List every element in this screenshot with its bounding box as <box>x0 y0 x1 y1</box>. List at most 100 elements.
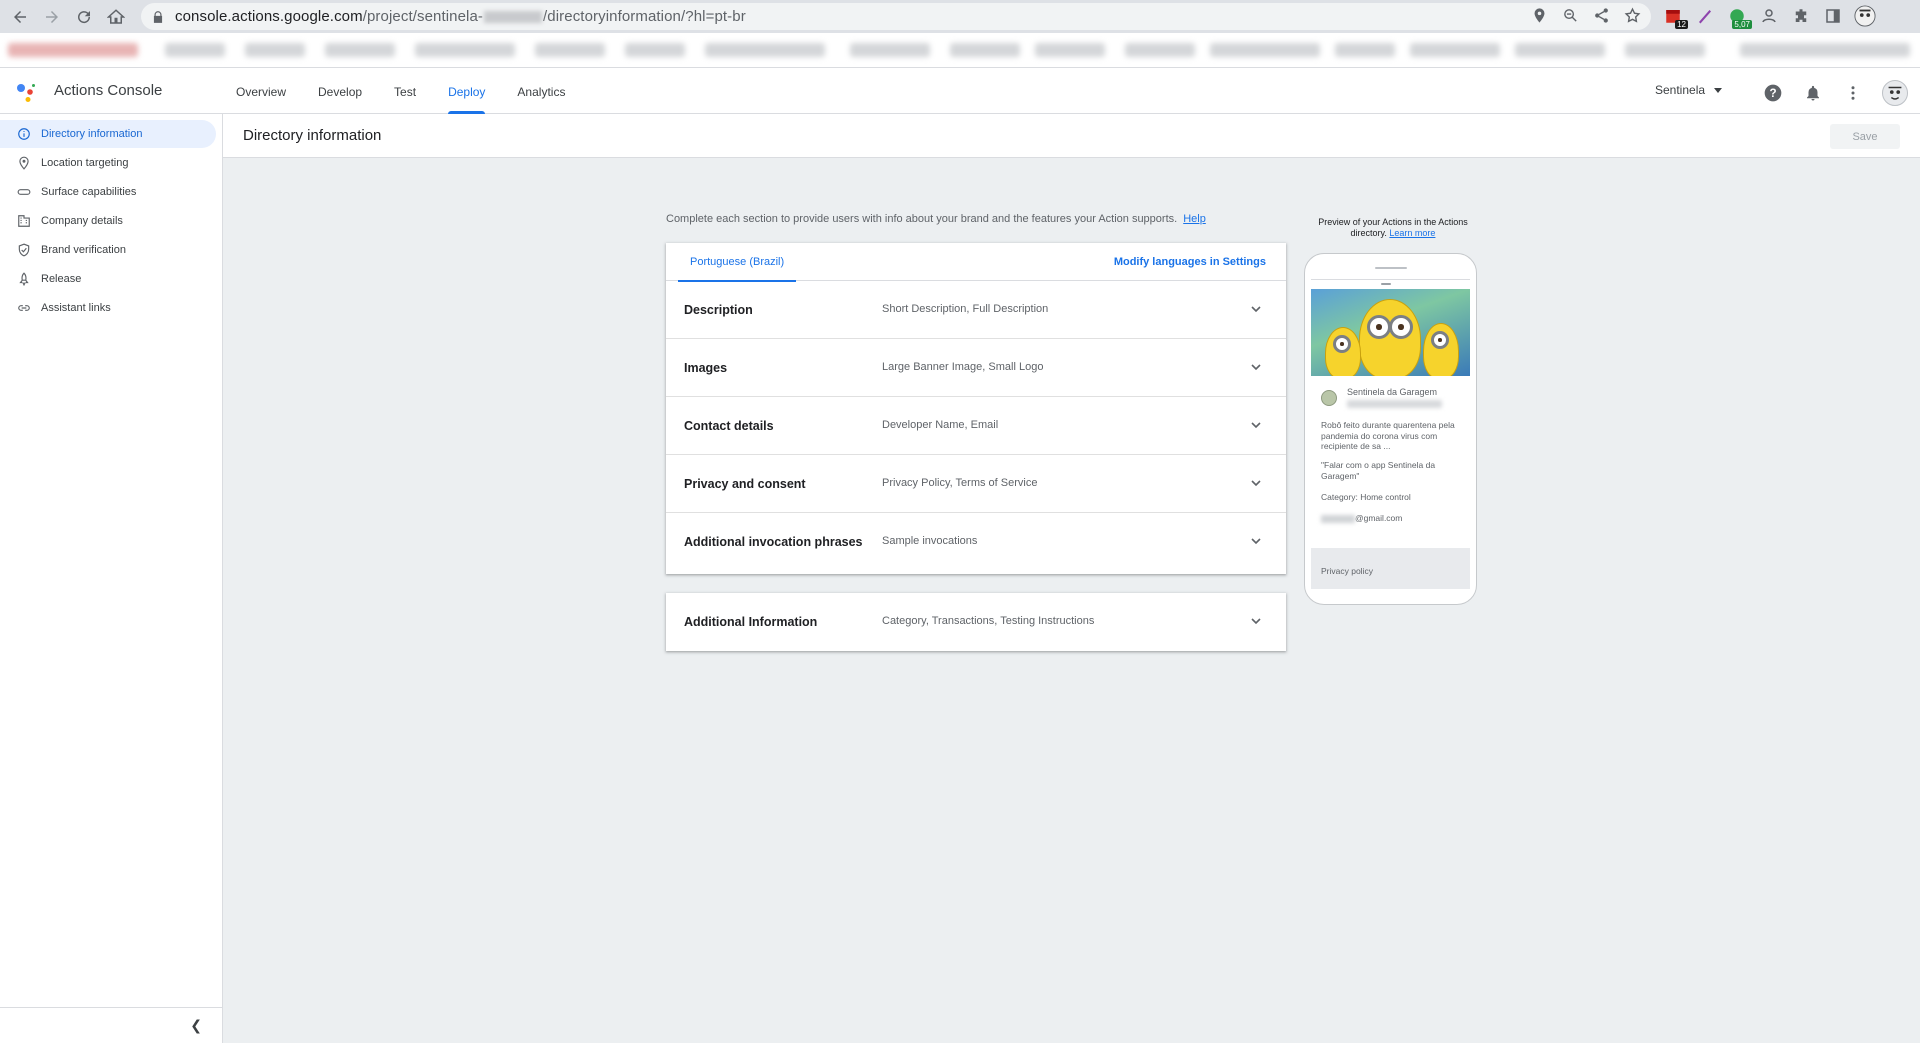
help-link[interactable]: Help <box>1183 213 1206 225</box>
chevron-down-icon[interactable] <box>1248 533 1264 549</box>
profile-avatar-icon[interactable] <box>1854 5 1876 27</box>
section-row-contact-details[interactable]: Contact details Developer Name, Email <box>666 397 1286 455</box>
notifications-bell-icon[interactable] <box>1802 82 1824 104</box>
url-host: console.actions.google.com <box>175 8 363 25</box>
bookmark-item[interactable] <box>245 43 305 57</box>
reload-icon[interactable] <box>72 5 96 29</box>
help-icon[interactable]: ? <box>1762 82 1784 104</box>
chevron-down-icon[interactable] <box>1248 301 1264 317</box>
url-path-end: /directoryinformation/?hl=pt-br <box>543 8 746 25</box>
sidebar-item-release[interactable]: Release <box>0 265 216 293</box>
section-title: Additional Information <box>684 615 818 629</box>
phone-preview: Sentinela da Garagem Robô feito durante … <box>1304 253 1477 605</box>
google-assistant-logo-icon <box>17 84 35 102</box>
bookmark-item[interactable] <box>415 43 515 57</box>
save-button[interactable]: Save <box>1830 124 1900 149</box>
extension-badge: 12 <box>1675 20 1688 29</box>
address-bar[interactable]: console.actions.google.com/project/senti… <box>141 3 1651 30</box>
page-header: Directory information Save <box>223 114 1920 158</box>
bookmark-item[interactable] <box>325 43 395 57</box>
calendar-extension-icon[interactable]: 12 <box>1662 5 1688 29</box>
modify-languages-link[interactable]: Modify languages in Settings <box>1114 256 1266 268</box>
app-name: Sentinela da Garagem <box>1347 387 1438 397</box>
puzzle-extensions-icon[interactable] <box>1790 5 1812 27</box>
minion-goggle <box>1367 315 1391 339</box>
banner-image <box>1311 289 1470 376</box>
app-subtitle-redacted <box>1347 400 1442 408</box>
section-title: Description <box>684 303 753 317</box>
bookmark-item[interactable] <box>535 43 605 57</box>
bookmark-item[interactable] <box>8 43 138 57</box>
bookmark-item[interactable] <box>850 43 930 57</box>
sidebar-item-surface-capabilities[interactable]: Surface capabilities <box>0 178 216 206</box>
bookmark-item[interactable] <box>1515 43 1605 57</box>
section-row-additional-invocation-phrases[interactable]: Additional invocation phrases Sample inv… <box>666 513 1286 571</box>
bookmark-item[interactable] <box>1335 43 1395 57</box>
rocket-icon <box>17 272 31 286</box>
collapse-sidebar-button[interactable]: ❮ <box>0 1007 222 1043</box>
pen-extension-icon[interactable] <box>1694 5 1716 27</box>
tab-develop[interactable]: Develop <box>302 69 378 114</box>
tab-deploy[interactable]: Deploy <box>432 69 501 114</box>
sidebar-item-label: Brand verification <box>41 244 126 256</box>
person-extension-icon[interactable] <box>1758 5 1780 27</box>
zoom-icon[interactable] <box>1562 7 1579 24</box>
bookmark-item[interactable] <box>705 43 825 57</box>
bookmark-item[interactable] <box>1740 43 1910 57</box>
tab-analytics[interactable]: Analytics <box>501 69 581 114</box>
preview-label: Preview of your Actions in the Actions d… <box>1304 217 1482 239</box>
bookmark-star-icon[interactable] <box>1624 7 1641 24</box>
side-panel-icon[interactable] <box>1822 5 1844 27</box>
bookmark-item[interactable] <box>1035 43 1105 57</box>
section-summary: Short Description, Full Description <box>882 303 1049 315</box>
tab-portuguese-brazil[interactable]: Portuguese (Brazil) <box>678 243 797 282</box>
sidebar-item-location-targeting[interactable]: Location targeting <box>0 149 216 177</box>
sidebar-item-company-details[interactable]: Company details <box>0 207 216 235</box>
chevron-down-icon[interactable] <box>1248 613 1264 629</box>
preview-description: Robô feito durante quarentena pela pande… <box>1321 420 1455 451</box>
sidebar-item-assistant-links[interactable]: Assistant links <box>0 294 216 322</box>
section-row-additional-information[interactable]: Additional Information Category, Transac… <box>666 593 1286 651</box>
sidebar-item-brand-verification[interactable]: Brand verification <box>0 236 216 264</box>
share-icon[interactable] <box>1593 7 1610 24</box>
sidebar-item-label: Location targeting <box>41 157 129 169</box>
privacy-policy-link[interactable]: Privacy policy <box>1321 566 1373 576</box>
home-icon[interactable] <box>104 5 128 29</box>
main-content: Directory information Save Complete each… <box>223 114 1920 1043</box>
bookmark-item[interactable] <box>1210 43 1320 57</box>
tab-overview[interactable]: Overview <box>220 69 302 114</box>
minion-goggle <box>1333 335 1351 353</box>
section-row-images[interactable]: Images Large Banner Image, Small Logo <box>666 339 1286 397</box>
info-icon <box>17 127 31 141</box>
page-title: Directory information <box>243 127 382 144</box>
chevron-down-icon[interactable] <box>1248 475 1264 491</box>
tab-test[interactable]: Test <box>378 69 432 114</box>
app-title: Actions Console <box>54 82 163 99</box>
bookmark-item[interactable] <box>165 43 225 57</box>
forward-icon[interactable] <box>40 5 64 29</box>
url-text: console.actions.google.com/project/senti… <box>175 8 746 25</box>
section-row-description[interactable]: Description Short Description, Full Desc… <box>666 281 1286 339</box>
project-switcher[interactable]: Sentinela <box>1655 83 1723 97</box>
location-icon[interactable] <box>1531 7 1548 24</box>
more-vert-icon[interactable] <box>1842 82 1864 104</box>
sidebar-item-label: Assistant links <box>41 302 111 314</box>
bookmark-item[interactable] <box>1125 43 1195 57</box>
bookmark-item[interactable] <box>625 43 685 57</box>
sidebar-item-directory-information[interactable]: Directory information <box>0 120 216 148</box>
bookmark-item[interactable] <box>1410 43 1500 57</box>
preview-email: @gmail.com <box>1321 513 1461 524</box>
phone-speaker <box>1375 267 1407 269</box>
account-avatar[interactable] <box>1882 80 1908 106</box>
section-summary: Large Banner Image, Small Logo <box>882 361 1044 373</box>
section-row-privacy-and-consent[interactable]: Privacy and consent Privacy Policy, Term… <box>666 455 1286 513</box>
chevron-down-icon[interactable] <box>1248 359 1264 375</box>
intro-description: Complete each section to provide users w… <box>666 213 1178 225</box>
chevron-down-icon[interactable] <box>1248 417 1264 433</box>
bookmark-item[interactable] <box>950 43 1020 57</box>
bookmark-item[interactable] <box>1625 43 1705 57</box>
learn-more-link[interactable]: Learn more <box>1389 228 1435 238</box>
back-icon[interactable] <box>8 5 32 29</box>
building-icon <box>17 214 31 228</box>
coin-extension-icon[interactable]: 5,07 <box>1726 5 1752 29</box>
